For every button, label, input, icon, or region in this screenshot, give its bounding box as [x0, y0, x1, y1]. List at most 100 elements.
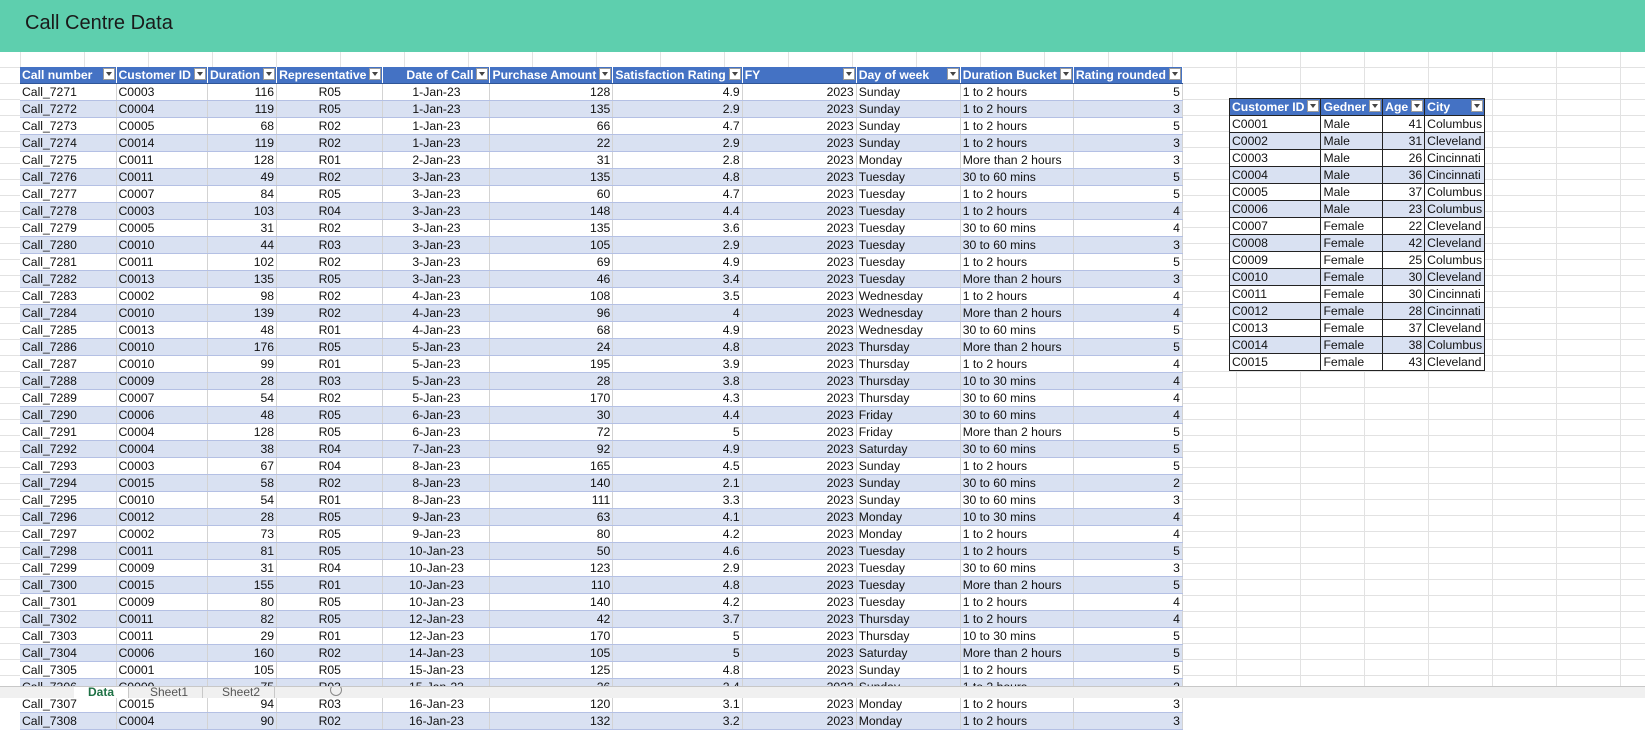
table-cell[interactable]: 5	[1073, 440, 1183, 458]
table-cell[interactable]: 4	[1073, 525, 1183, 543]
filter-dropdown-icon[interactable]	[1369, 100, 1382, 112]
table-cell[interactable]: 16-Jan-23	[382, 712, 491, 730]
sheet-tab-sheet1[interactable]: Sheet1	[136, 687, 204, 698]
filter-dropdown-icon[interactable]	[1307, 100, 1320, 112]
table-cell[interactable]: R05	[276, 406, 384, 424]
table-cell[interactable]: 2.9	[612, 134, 743, 152]
table-cell[interactable]: 4	[1073, 610, 1183, 628]
table-cell[interactable]: Monday	[856, 695, 961, 713]
table-cell[interactable]: C0010	[116, 304, 208, 322]
table-cell[interactable]: 31	[207, 219, 278, 237]
table-cell[interactable]: Call_7282	[20, 270, 117, 288]
table-cell[interactable]: Call_7289	[20, 389, 117, 407]
table-cell[interactable]: 2023	[742, 712, 857, 730]
table-cell[interactable]: 4	[1073, 508, 1183, 526]
table-cell[interactable]: 2023	[742, 542, 857, 560]
table-cell[interactable]: 5	[1073, 576, 1183, 594]
table-cell[interactable]: 30 to 60 mins	[960, 389, 1074, 407]
table-cell[interactable]: 31	[207, 559, 278, 577]
table-cell[interactable]: R05	[276, 83, 384, 101]
table-cell[interactable]: 2023	[742, 491, 857, 509]
table-cell[interactable]: 4.6	[612, 542, 743, 560]
table-cell[interactable]: Call_7273	[20, 117, 117, 135]
table-cell[interactable]: 102	[207, 253, 278, 271]
table-cell[interactable]: 2023	[742, 440, 857, 458]
table-cell[interactable]: Call_7292	[20, 440, 117, 458]
filter-dropdown-icon[interactable]	[946, 68, 959, 80]
table-cell[interactable]: Tuesday	[856, 202, 961, 220]
table-cell[interactable]: Call_7296	[20, 508, 117, 526]
table-cell[interactable]: C0008	[1228, 234, 1322, 252]
table-cell[interactable]: C0009	[1228, 251, 1322, 269]
table-cell[interactable]: 148	[489, 202, 614, 220]
table-cell[interactable]: 5	[612, 627, 743, 645]
table-cell[interactable]: Call_7281	[20, 253, 117, 271]
table-cell[interactable]: 132	[489, 712, 614, 730]
table-cell[interactable]: 4	[1073, 372, 1183, 390]
table-cell[interactable]: 2023	[742, 695, 857, 713]
filter-dropdown-icon[interactable]	[842, 68, 855, 80]
add-sheet-icon[interactable]	[330, 687, 342, 696]
table-cell[interactable]: 68	[207, 117, 278, 135]
table-cell[interactable]: R04	[276, 559, 384, 577]
table-cell[interactable]: C0010	[116, 355, 208, 373]
table-cell[interactable]: 2023	[742, 661, 857, 679]
table-cell[interactable]: C0005	[116, 219, 208, 237]
table-cell[interactable]: Call_7291	[20, 423, 117, 441]
table-cell[interactable]: Sunday	[856, 117, 961, 135]
table-cell[interactable]: 3.2	[612, 712, 743, 730]
table-cell[interactable]: Call_7278	[20, 202, 117, 220]
table-cell[interactable]: 1 to 2 hours	[960, 695, 1074, 713]
table-cell[interactable]: 2023	[742, 117, 857, 135]
table-cell[interactable]: 3.7	[612, 610, 743, 628]
table-cell[interactable]: 8-Jan-23	[382, 457, 491, 475]
table-cell[interactable]: Sunday	[856, 491, 961, 509]
table-cell[interactable]: 94	[207, 695, 278, 713]
table-cell[interactable]: C0005	[1228, 183, 1322, 201]
table-cell[interactable]: 1-Jan-23	[382, 100, 491, 118]
table-cell[interactable]: 5	[1073, 542, 1183, 560]
table-cell[interactable]: R05	[276, 423, 384, 441]
table-cell[interactable]: R03	[276, 236, 384, 254]
table-cell[interactable]: 4	[612, 304, 743, 322]
table-cell[interactable]: 67	[207, 457, 278, 475]
table-cell[interactable]: 22	[489, 134, 614, 152]
table-cell[interactable]: 5	[1073, 185, 1183, 203]
table-cell[interactable]: 54	[207, 389, 278, 407]
table-cell[interactable]: 4-Jan-23	[382, 304, 491, 322]
table-cell[interactable]: 2.8	[612, 151, 743, 169]
table-cell[interactable]: 1 to 2 hours	[960, 355, 1074, 373]
table-cell[interactable]: 2023	[742, 457, 857, 475]
table-cell[interactable]: 2023	[742, 202, 857, 220]
table-cell[interactable]: 2.9	[612, 100, 743, 118]
table-cell[interactable]: Female	[1320, 217, 1384, 235]
table-cell[interactable]: 23	[1382, 200, 1426, 218]
table-cell[interactable]: 8-Jan-23	[382, 491, 491, 509]
table-cell[interactable]: 5-Jan-23	[382, 338, 491, 356]
table-cell[interactable]: 165	[489, 457, 614, 475]
table-cell[interactable]: 30 to 60 mins	[960, 491, 1074, 509]
table-cell[interactable]: 26	[1382, 149, 1426, 167]
table-cell[interactable]: 1 to 2 hours	[960, 287, 1074, 305]
table-cell[interactable]: 5	[612, 423, 743, 441]
table-cell[interactable]: Tuesday	[856, 270, 961, 288]
table-cell[interactable]: 5-Jan-23	[382, 389, 491, 407]
table-cell[interactable]: Call_7294	[20, 474, 117, 492]
table-cell[interactable]: 3-Jan-23	[382, 270, 491, 288]
table-cell[interactable]: Call_7301	[20, 593, 117, 611]
table-cell[interactable]: 3-Jan-23	[382, 253, 491, 271]
table-cell[interactable]: 99	[207, 355, 278, 373]
table-cell[interactable]: 15-Jan-23	[382, 661, 491, 679]
table-cell[interactable]: 108	[489, 287, 614, 305]
table-cell[interactable]: 1-Jan-23	[382, 83, 491, 101]
table-cell[interactable]: 25	[1382, 251, 1426, 269]
table-cell[interactable]: 3	[1073, 559, 1183, 577]
filter-dropdown-icon[interactable]	[193, 68, 206, 80]
table-cell[interactable]: 10-Jan-23	[382, 576, 491, 594]
table-cell[interactable]: C0002	[1228, 132, 1322, 150]
table-cell[interactable]: 29	[207, 627, 278, 645]
table-cell[interactable]: 4.2	[612, 525, 743, 543]
table-cell[interactable]: R02	[276, 287, 384, 305]
table-cell[interactable]: 22	[1382, 217, 1426, 235]
table-cell[interactable]: Female	[1320, 336, 1384, 354]
